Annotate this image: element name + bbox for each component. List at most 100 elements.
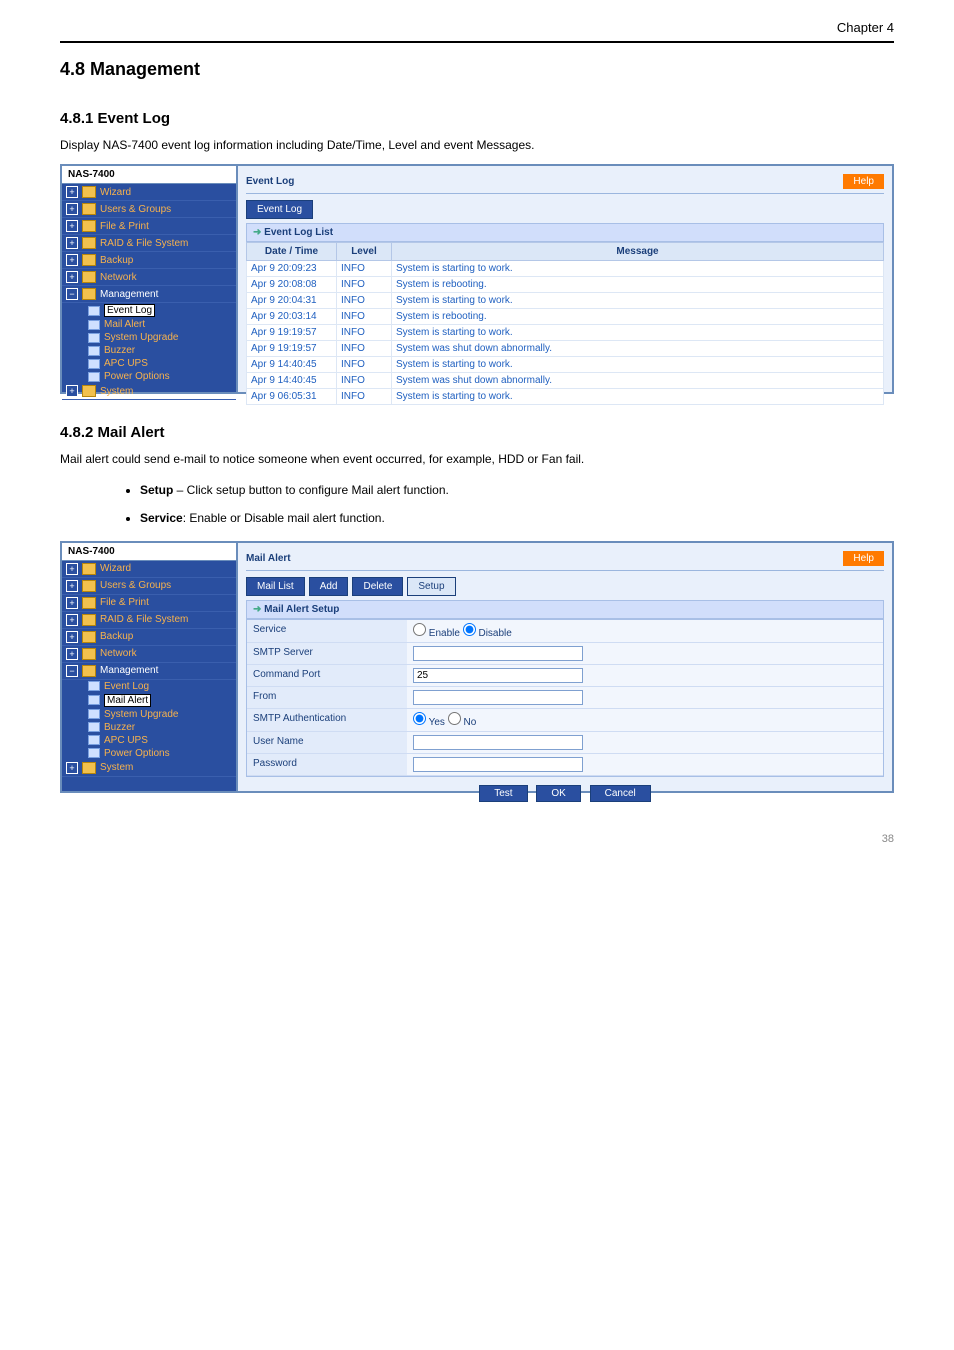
folder-icon xyxy=(82,580,96,592)
nav-raid[interactable]: +RAID & File System xyxy=(62,612,236,629)
radio-auth-no[interactable]: No xyxy=(448,717,477,728)
nav-selected-label: Mail Alert xyxy=(104,694,151,707)
eventlog-description: Display NAS-7400 event log information i… xyxy=(60,137,894,154)
label-auth: SMTP Authentication xyxy=(247,709,407,731)
page-icon xyxy=(88,681,100,691)
nav-sub-eventlog[interactable]: Event Log xyxy=(84,680,236,693)
expand-icon[interactable]: + xyxy=(66,563,78,575)
input-smtp[interactable] xyxy=(413,646,583,661)
folder-icon xyxy=(82,203,96,215)
nav-sub-power[interactable]: Power Options xyxy=(84,370,236,383)
nav-fileprint[interactable]: +File & Print xyxy=(62,218,236,235)
expand-icon[interactable]: + xyxy=(66,220,78,232)
radio-enable[interactable]: Enable xyxy=(413,628,460,639)
nav-sub-apc[interactable]: APC UPS xyxy=(84,734,236,747)
expand-icon[interactable]: + xyxy=(66,597,78,609)
device-header: NAS-7400 xyxy=(62,543,236,561)
col-level: Level xyxy=(337,243,392,261)
expand-icon[interactable]: + xyxy=(66,648,78,660)
expand-icon[interactable]: + xyxy=(66,385,78,397)
screenshot-eventlog: NAS-7400 +Wizard +Users & Groups +File &… xyxy=(60,164,894,394)
cell-msg: System is starting to work. xyxy=(392,357,884,373)
input-user[interactable] xyxy=(413,735,583,750)
nav-system[interactable]: +System xyxy=(62,760,236,777)
radio-disable[interactable]: Disable xyxy=(463,628,512,639)
nav-sub-apc[interactable]: APC UPS xyxy=(84,357,236,370)
help-button[interactable]: Help xyxy=(843,551,884,566)
cell-level: INFO xyxy=(337,293,392,309)
nav-wizard[interactable]: +Wizard xyxy=(62,561,236,578)
folder-icon xyxy=(82,385,96,397)
nav-sub-eventlog[interactable]: Event Log xyxy=(84,303,236,318)
nav-users[interactable]: +Users & Groups xyxy=(62,201,236,218)
buzzer-icon xyxy=(88,346,100,356)
nav-backup[interactable]: +Backup xyxy=(62,629,236,646)
nav-system[interactable]: +System xyxy=(62,383,236,400)
nav-fileprint[interactable]: +File & Print xyxy=(62,595,236,612)
expand-icon[interactable]: + xyxy=(66,580,78,592)
expand-icon[interactable]: + xyxy=(66,254,78,266)
expand-icon[interactable]: + xyxy=(66,203,78,215)
nav-sub-upgrade[interactable]: System Upgrade xyxy=(84,331,236,344)
nav-network[interactable]: +Network xyxy=(62,646,236,663)
tab-delete[interactable]: Delete xyxy=(352,577,403,596)
expand-icon[interactable]: + xyxy=(66,237,78,249)
nav-users[interactable]: +Users & Groups xyxy=(62,578,236,595)
input-from[interactable] xyxy=(413,690,583,705)
expand-icon[interactable]: + xyxy=(66,762,78,774)
cell-msg: System is starting to work. xyxy=(392,325,884,341)
nav-wizard[interactable]: +Wizard xyxy=(62,184,236,201)
cell-date: Apr 9 14:40:45 xyxy=(247,373,337,389)
folder-icon xyxy=(82,220,96,232)
folder-icon xyxy=(82,665,96,677)
cell-level: INFO xyxy=(337,261,392,277)
page-icon xyxy=(88,306,100,316)
input-pass[interactable] xyxy=(413,757,583,772)
nav-management[interactable]: −Management xyxy=(62,663,236,680)
folder-icon xyxy=(82,186,96,198)
collapse-icon[interactable]: − xyxy=(66,288,78,300)
nav-sub-power[interactable]: Power Options xyxy=(84,747,236,760)
tab-add[interactable]: Add xyxy=(309,577,349,596)
tab-eventlog[interactable]: Event Log xyxy=(246,200,313,219)
nav-sub-upgrade[interactable]: System Upgrade xyxy=(84,708,236,721)
collapse-icon[interactable]: − xyxy=(66,665,78,677)
nav-management[interactable]: −Management xyxy=(62,286,236,303)
mail-description: Mail alert could send e-mail to notice s… xyxy=(60,451,894,468)
cancel-button[interactable]: Cancel xyxy=(590,785,651,802)
tab-maillist[interactable]: Mail List xyxy=(246,577,305,596)
help-button[interactable]: Help xyxy=(843,174,884,189)
expand-icon[interactable]: + xyxy=(66,631,78,643)
nav-sub-buzzer[interactable]: Buzzer xyxy=(84,344,236,357)
nav-sub-mail[interactable]: Mail Alert xyxy=(84,318,236,331)
test-button[interactable]: Test xyxy=(479,785,527,802)
tab-setup[interactable]: Setup xyxy=(407,577,455,596)
table-row: Apr 9 19:19:57INFOSystem is starting to … xyxy=(247,325,884,341)
input-port[interactable] xyxy=(413,668,583,683)
nav-backup[interactable]: +Backup xyxy=(62,252,236,269)
expand-icon[interactable]: + xyxy=(66,271,78,283)
nav-management-children: Event Log Mail Alert System Upgrade Buzz… xyxy=(62,303,236,383)
cell-date: Apr 9 19:19:57 xyxy=(247,325,337,341)
section-heading-eventlog: 4.8.1 Event Log xyxy=(60,110,894,127)
nav-network[interactable]: +Network xyxy=(62,269,236,286)
list-subtitle: Event Log List xyxy=(246,223,884,242)
nav-raid[interactable]: +RAID & File System xyxy=(62,235,236,252)
cell-level: INFO xyxy=(337,325,392,341)
expand-icon[interactable]: + xyxy=(66,614,78,626)
expand-icon[interactable]: + xyxy=(66,186,78,198)
label-user: User Name xyxy=(247,732,407,753)
folder-icon xyxy=(82,563,96,575)
radio-auth-yes[interactable]: Yes xyxy=(413,717,445,728)
nav-sub-buzzer[interactable]: Buzzer xyxy=(84,721,236,734)
cell-date: Apr 9 19:19:57 xyxy=(247,341,337,357)
cell-date: Apr 9 20:04:31 xyxy=(247,293,337,309)
ok-button[interactable]: OK xyxy=(536,785,580,802)
cell-msg: System is rebooting. xyxy=(392,277,884,293)
table-row: Apr 9 19:19:57INFOSystem was shut down a… xyxy=(247,341,884,357)
label-service: Service xyxy=(247,620,407,642)
page-title: Mail Alert xyxy=(246,553,291,564)
ups-icon xyxy=(88,359,100,369)
nav-sub-mail[interactable]: Mail Alert xyxy=(84,693,236,708)
mail-icon xyxy=(88,695,100,705)
